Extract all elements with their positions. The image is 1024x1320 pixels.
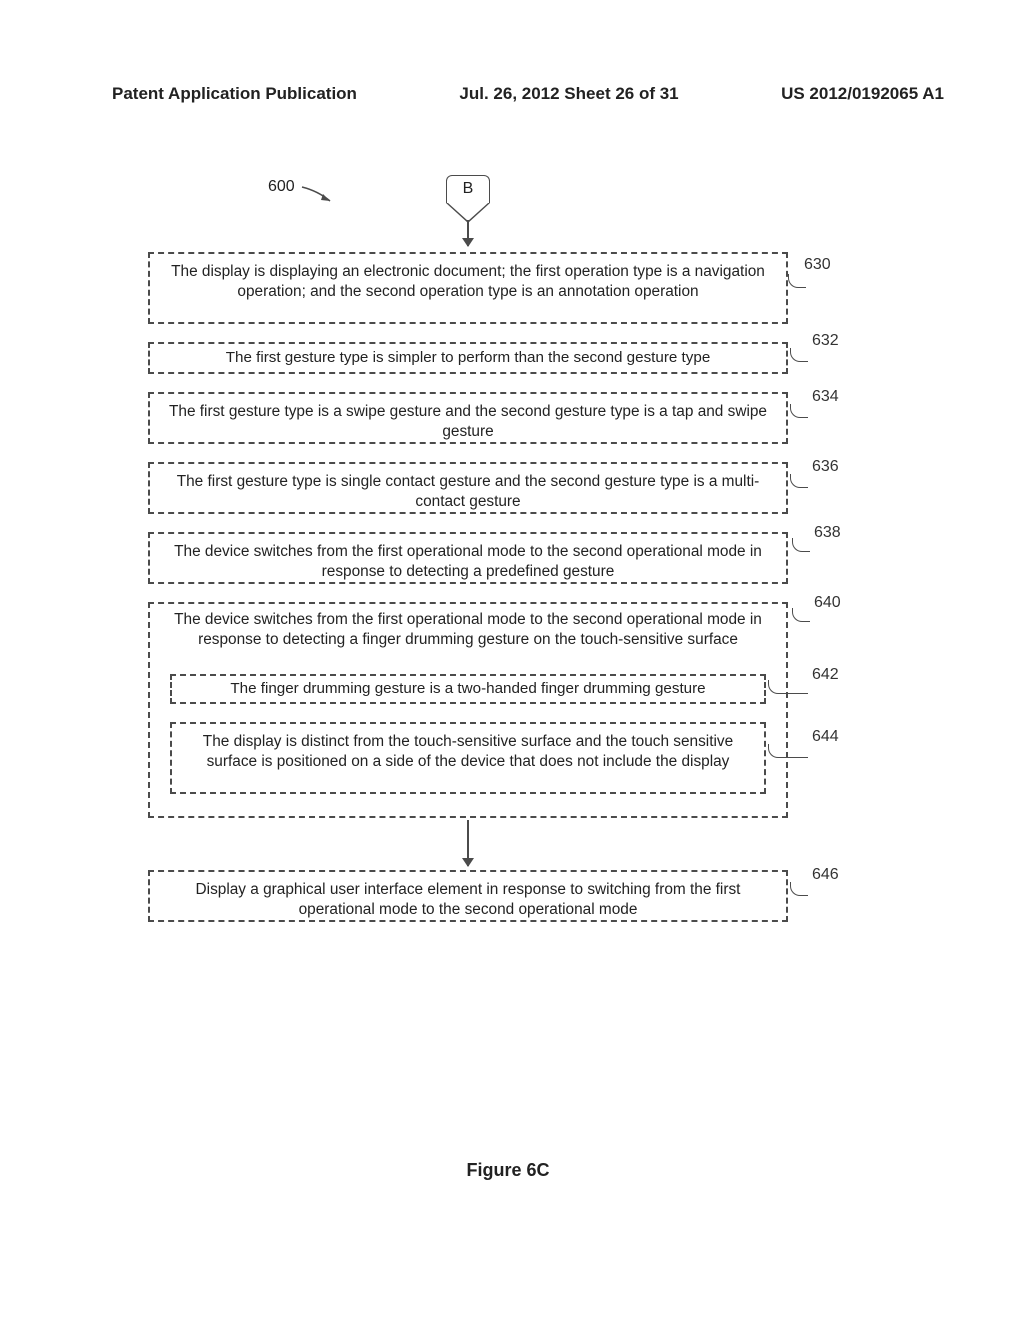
ref-num-640: 640 (814, 594, 841, 612)
connector-b-label: B (446, 175, 490, 203)
header-center: Jul. 26, 2012 Sheet 26 of 31 (459, 84, 678, 104)
ref-leader-icon (790, 474, 808, 488)
ref-leader-icon (790, 882, 808, 896)
ref-num-644: 644 (812, 728, 839, 746)
ref-leader-icon (790, 404, 808, 418)
ref-num-630: 630 (804, 256, 831, 274)
figure-caption: Figure 6C (148, 1160, 868, 1181)
header-right: US 2012/0192065 A1 (781, 84, 944, 104)
ref-num-634: 634 (812, 388, 839, 406)
step-box-634: The first gesture type is a swipe gestur… (148, 392, 788, 444)
step-box-636: The first gesture type is single contact… (148, 462, 788, 514)
ref-leader-icon (792, 538, 810, 552)
flow-arrow-down-icon (467, 820, 469, 866)
ref-leader-icon (788, 274, 806, 288)
ref-leader-icon (768, 680, 808, 694)
header-left: Patent Application Publication (112, 84, 357, 104)
ref-leader-icon (790, 348, 808, 362)
step-box-644: The display is distinct from the touch-s… (170, 722, 766, 794)
step-box-646: Display a graphical user interface eleme… (148, 870, 788, 922)
ref-num-636: 636 (812, 458, 839, 476)
ref-num-646: 646 (812, 866, 839, 884)
step-box-638: The device switches from the first opera… (148, 532, 788, 584)
step-box-632: The first gesture type is simpler to per… (148, 342, 788, 374)
ref-leader-icon (792, 608, 810, 622)
ref-num-642: 642 (812, 666, 839, 684)
step-box-642: The finger drumming gesture is a two-han… (170, 674, 766, 704)
flow-number-leader-arrow (300, 185, 340, 205)
step-box-630: The display is displaying an electronic … (148, 252, 788, 324)
ref-num-638: 638 (814, 524, 841, 542)
flow-number-label: 600 (268, 178, 295, 196)
ref-num-632: 632 (812, 332, 839, 350)
ref-leader-icon (768, 744, 808, 758)
page-header: Patent Application Publication Jul. 26, … (112, 84, 944, 104)
flow-arrow-down-icon (467, 220, 469, 246)
